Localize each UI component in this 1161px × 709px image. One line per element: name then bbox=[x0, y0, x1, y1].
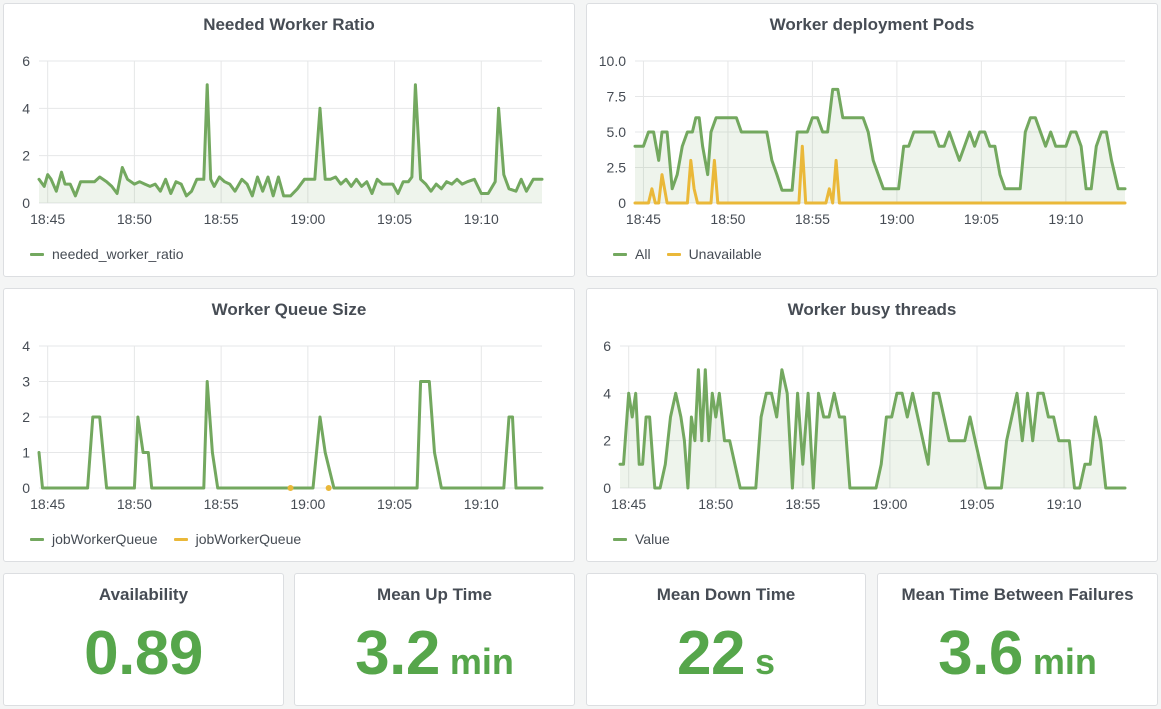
y-tick-label: 7.5 bbox=[607, 89, 627, 105]
y-tick-label: 0 bbox=[22, 195, 30, 211]
y-tick-label: 1 bbox=[22, 445, 30, 461]
stat-unit: min bbox=[1032, 641, 1097, 682]
y-tick-label: 2 bbox=[22, 409, 30, 425]
y-tick-label: 6 bbox=[22, 53, 30, 69]
y-tick-label: 2 bbox=[22, 148, 30, 164]
x-tick-label: 19:05 bbox=[377, 496, 412, 512]
x-tick-label: 18:55 bbox=[785, 496, 820, 512]
x-tick-label: 19:10 bbox=[464, 211, 499, 227]
stat-unit: s bbox=[754, 641, 775, 682]
x-tick-label: 19:10 bbox=[464, 496, 499, 512]
legend-item[interactable]: All bbox=[613, 246, 651, 262]
legend: All Unavailable bbox=[613, 246, 762, 262]
x-tick-label: 18:55 bbox=[204, 211, 239, 227]
x-tick-label: 18:45 bbox=[30, 496, 65, 512]
legend: needed_worker_ratio bbox=[30, 246, 184, 262]
panel-title[interactable]: Mean Time Between Failures bbox=[878, 585, 1157, 605]
x-tick-label: 18:55 bbox=[204, 496, 239, 512]
y-tick-label: 0 bbox=[618, 195, 626, 211]
panel-needed-worker-ratio: Needed Worker Ratio 0 2 4 6 18:45 18:50 18:55 1… bbox=[3, 3, 575, 277]
stat-mean-up-time: Mean Up Time 3.2 min bbox=[294, 573, 575, 706]
x-tick-label: 19:00 bbox=[290, 211, 325, 227]
stat-value: 3.6 min bbox=[878, 618, 1157, 689]
stat-value: 22 s bbox=[587, 618, 865, 689]
y-tick-label: 6 bbox=[603, 338, 611, 354]
series-line bbox=[37, 83, 544, 198]
legend-swatch bbox=[173, 537, 188, 541]
worker-busy-threads-chart: 0 2 4 6 18:45 18:50 18:55 19:00 19:05 19:10 bbox=[603, 338, 1127, 512]
x-tick-label: 18:45 bbox=[611, 496, 646, 512]
y-tick-label: 2 bbox=[603, 433, 611, 449]
x-tick-label: 19:05 bbox=[964, 211, 999, 227]
x-tick-label: 18:50 bbox=[698, 496, 733, 512]
legend-item[interactable]: jobWorkerQueue bbox=[30, 531, 158, 547]
legend-item[interactable]: Value bbox=[613, 531, 670, 547]
y-tick-label: 10.0 bbox=[599, 53, 626, 69]
stat-mean-time-between-failures: Mean Time Between Failures 3.6 min bbox=[877, 573, 1158, 706]
stat-number: 0.89 bbox=[84, 619, 203, 688]
x-tick-label: 19:10 bbox=[1048, 211, 1083, 227]
y-tick-label: 4 bbox=[603, 385, 611, 401]
legend-item[interactable]: needed_worker_ratio bbox=[30, 246, 184, 262]
stat-value: 3.2 min bbox=[295, 618, 574, 689]
stat-value: 0.89 bbox=[4, 618, 283, 689]
x-tick-label: 19:05 bbox=[377, 211, 412, 227]
y-tick-label: 4 bbox=[22, 100, 30, 116]
x-tick-label: 18:50 bbox=[117, 211, 152, 227]
series-line bbox=[37, 380, 544, 490]
x-tick-label: 19:05 bbox=[959, 496, 994, 512]
x-tick-label: 19:10 bbox=[1047, 496, 1082, 512]
legend-swatch bbox=[613, 537, 627, 541]
legend: jobWorkerQueue jobWorkerQueue bbox=[30, 531, 301, 547]
panel-title[interactable]: Mean Up Time bbox=[295, 585, 574, 605]
legend-item[interactable]: Unavailable bbox=[666, 246, 762, 262]
x-tick-label: 18:50 bbox=[117, 496, 152, 512]
legend-label: needed_worker_ratio bbox=[52, 246, 184, 262]
x-tick-label: 18:45 bbox=[30, 211, 65, 227]
legend-swatch bbox=[30, 537, 44, 541]
x-tick-label: 18:45 bbox=[626, 211, 661, 227]
series-area bbox=[39, 84, 542, 203]
worker-deployment-pods-chart: 0 2.5 5.0 7.5 10.0 18:45 18:50 18:55 19:00 19:05 1… bbox=[599, 53, 1127, 227]
x-tick-label: 18:55 bbox=[795, 211, 830, 227]
panel-title[interactable]: Mean Down Time bbox=[587, 585, 865, 605]
legend-label: Value bbox=[635, 531, 670, 547]
y-tick-label: 5.0 bbox=[607, 124, 627, 140]
y-tick-label: 4 bbox=[22, 338, 30, 354]
y-tick-label: 2.5 bbox=[607, 160, 627, 176]
stat-availability: Availability 0.89 bbox=[3, 573, 284, 706]
stat-number: 3.6 bbox=[938, 619, 1023, 688]
y-tick-label: 0 bbox=[22, 480, 30, 496]
legend-swatch bbox=[30, 252, 44, 256]
y-tick-label: 0 bbox=[603, 480, 611, 496]
legend-label: Unavailable bbox=[688, 246, 762, 262]
stat-number: 22 bbox=[677, 619, 745, 688]
x-tick-label: 19:00 bbox=[879, 211, 914, 227]
panel-title[interactable]: Availability bbox=[4, 585, 283, 605]
panel-worker-busy-threads: Worker busy threads 0 2 4 6 18:45 18:50 18:55 1… bbox=[586, 288, 1158, 562]
y-tick-label: 3 bbox=[22, 374, 30, 390]
x-tick-label: 19:00 bbox=[290, 496, 325, 512]
legend-swatch bbox=[666, 252, 681, 256]
needed-worker-ratio-chart: 0 2 4 6 18:45 18:50 18:55 19:00 19:05 19:10 bbox=[22, 53, 544, 227]
legend-swatch bbox=[613, 252, 627, 256]
series-point bbox=[287, 485, 294, 491]
stat-number: 3.2 bbox=[355, 619, 440, 688]
legend: Value bbox=[613, 531, 670, 547]
panel-worker-queue-size: Worker Queue Size 0 1 2 3 4 18:45 18:50 18:55 19… bbox=[3, 288, 575, 562]
x-tick-label: 18:50 bbox=[710, 211, 745, 227]
series-point bbox=[325, 485, 332, 491]
panel-worker-deployment-pods: Worker deployment Pods 0 2.5 5.0 7.5 10.0 18:… bbox=[586, 3, 1158, 277]
stat-mean-down-time: Mean Down Time 22 s bbox=[586, 573, 866, 706]
worker-queue-size-chart: 0 1 2 3 4 18:45 18:50 18:55 19:00 19:05 19:10 bbox=[22, 338, 544, 512]
legend-label: All bbox=[635, 246, 651, 262]
stat-unit: min bbox=[449, 641, 514, 682]
x-tick-label: 19:00 bbox=[872, 496, 907, 512]
legend-label: jobWorkerQueue bbox=[195, 531, 302, 547]
legend-label: jobWorkerQueue bbox=[52, 531, 158, 547]
legend-item[interactable]: jobWorkerQueue bbox=[173, 531, 302, 547]
